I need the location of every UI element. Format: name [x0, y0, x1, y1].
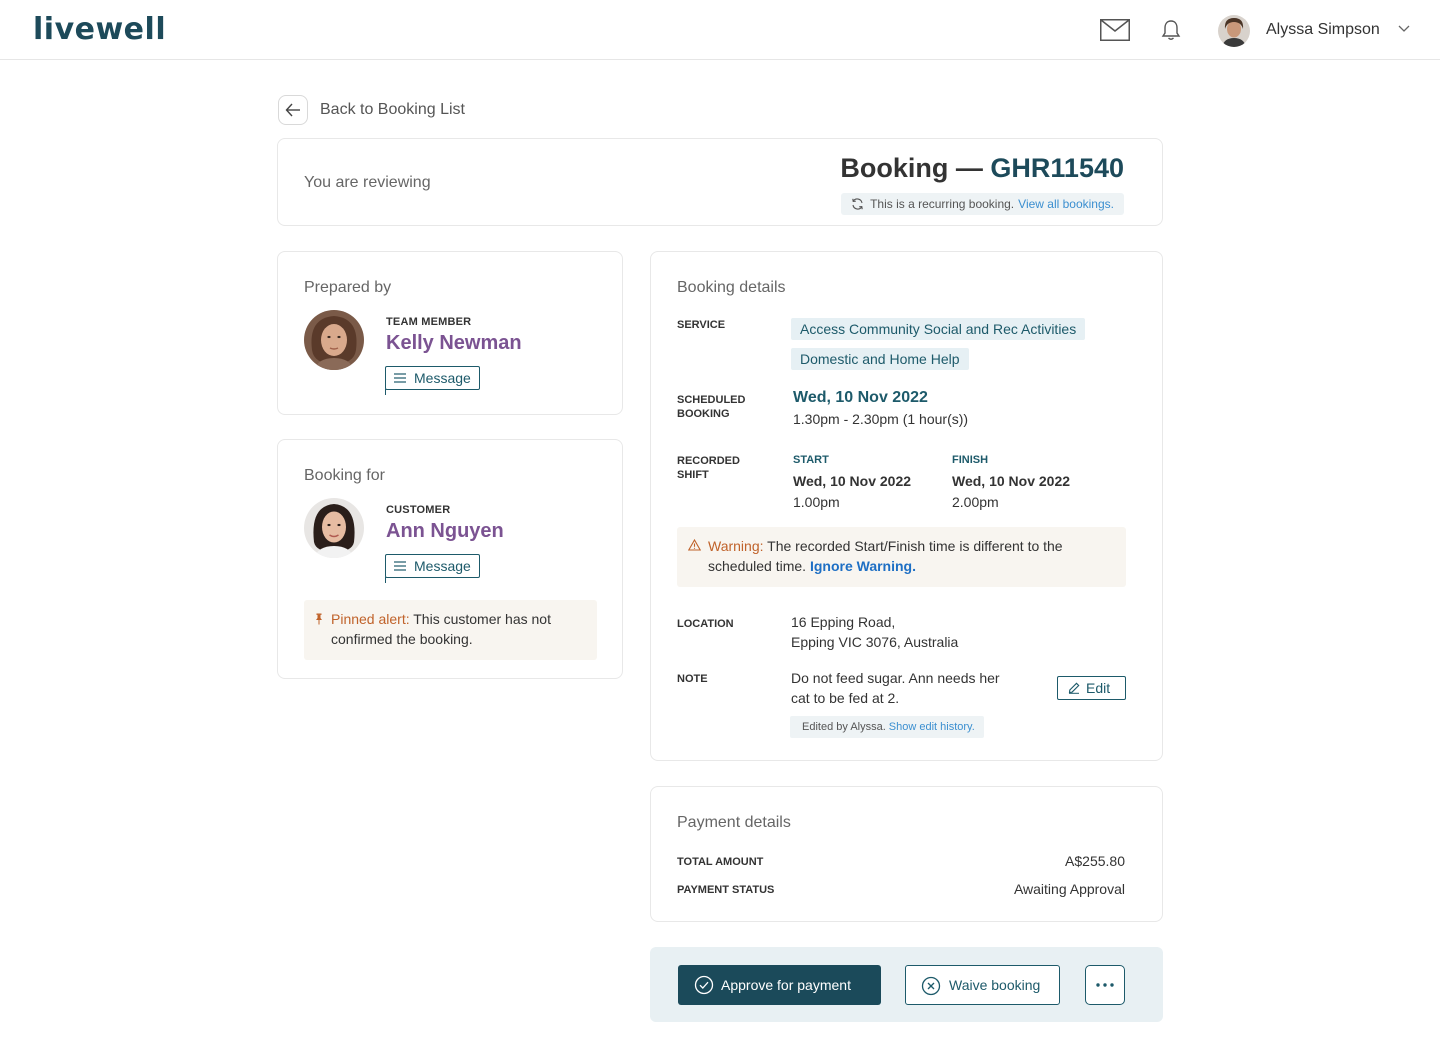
service-tag: Access Community Social and Rec Activiti…	[791, 318, 1086, 340]
message-team-member-button[interactable]: Message	[385, 366, 480, 395]
recurring-text: This is a recurring booking.	[870, 197, 1015, 211]
booking-for-heading: Booking for	[304, 467, 385, 484]
edit-button-label: Edit	[1086, 680, 1111, 696]
back-to-booking-list-link[interactable]: Back to Booking List	[320, 101, 465, 119]
location-line-2: Epping VIC 3076, Australia	[791, 634, 959, 650]
recorded-shift-label: RECORDED SHIFT	[677, 454, 740, 482]
customer-avatar	[304, 498, 364, 558]
payment-details-card: Payment details TOTAL AMOUNT A$255.80 PA…	[650, 786, 1163, 922]
booking-code: GHR11540	[990, 153, 1124, 183]
booking-details-heading: Booking details	[677, 279, 786, 296]
note-line-1: Do not feed sugar. Ann needs her	[791, 670, 1000, 686]
booking-for-card: Booking for CUSTOMER Ann Nguyen Message …	[277, 439, 623, 679]
service-tag: Domestic and Home Help	[791, 348, 969, 370]
recorded-label-line: RECORDED	[677, 455, 740, 467]
message-customer-button[interactable]: Message	[385, 554, 480, 583]
pinned-alert-label: Pinned alert:	[331, 611, 410, 627]
team-member-avatar	[304, 310, 364, 370]
reviewing-card: You are reviewing Booking — GHR11540 Thi…	[277, 138, 1163, 226]
message-icon	[394, 373, 406, 383]
more-dots-icon	[1096, 983, 1114, 987]
scheduled-time: 1.30pm - 2.30pm (1 hour(s))	[793, 411, 969, 427]
action-bar: Approve for payment Waive booking	[650, 947, 1163, 1022]
approve-for-payment-button[interactable]: Approve for payment	[678, 965, 881, 1005]
total-amount-label: TOTAL AMOUNT	[677, 856, 764, 868]
view-all-bookings-link[interactable]: View all bookings.	[1018, 197, 1114, 211]
recurring-notice: This is a recurring booking. View all bo…	[841, 193, 1124, 215]
pin-icon	[316, 613, 322, 625]
livewell-logo[interactable]: livewell	[33, 12, 166, 47]
start-time: 1.00pm	[793, 494, 840, 510]
back-button[interactable]	[278, 95, 308, 125]
warning-label: Warning:	[708, 538, 764, 554]
scheduled-date: Wed, 10 Nov 2022	[793, 389, 928, 406]
service-label: SERVICE	[677, 319, 726, 331]
prepared-by-heading: Prepared by	[304, 279, 392, 296]
more-options-button[interactable]	[1085, 965, 1125, 1005]
prepared-by-card: Prepared by TEAM MEMBER Kelly Newman Mes…	[277, 251, 623, 415]
finish-time: 2.00pm	[952, 494, 999, 510]
warning-icon	[688, 539, 701, 551]
note-line-2: cat to be fed at 2.	[791, 690, 900, 706]
recorded-label-line: SHIFT	[677, 469, 709, 481]
refresh-icon	[852, 198, 863, 210]
chevron-down-icon[interactable]	[1398, 25, 1410, 33]
finish-date: Wed, 10 Nov 2022	[952, 473, 1071, 489]
edited-notice: Edited by Alyssa. Show edit history.	[790, 716, 984, 738]
scheduled-booking-label: SCHEDULED BOOKING	[677, 393, 745, 421]
user-avatar[interactable]	[1218, 15, 1250, 47]
top-navigation-bar: livewell Alyssa Simpson	[0, 0, 1440, 60]
approve-button-label: Approve for payment	[721, 977, 851, 993]
mail-icon[interactable]	[1100, 19, 1130, 41]
scheduled-label-line: BOOKING	[677, 408, 730, 420]
start-date: Wed, 10 Nov 2022	[793, 473, 912, 489]
message-icon	[394, 561, 406, 571]
payment-status-value: Awaiting Approval	[1013, 881, 1125, 897]
pinned-alert: Pinned alert: This customer has not conf…	[304, 600, 597, 660]
total-amount-value: A$255.80	[1065, 853, 1125, 869]
booking-title: Booking — GHR11540	[840, 153, 1124, 184]
reviewing-label: You are reviewing	[304, 174, 431, 191]
bell-icon[interactable]	[1161, 19, 1181, 41]
message-bubble-tail	[385, 389, 393, 395]
waive-button-label: Waive booking	[949, 977, 1041, 993]
pencil-icon	[1068, 682, 1080, 694]
team-member-role: TEAM MEMBER	[386, 316, 472, 328]
user-name[interactable]: Alyssa Simpson	[1266, 21, 1380, 39]
time-mismatch-warning: Warning: The recorded Start/Finish time …	[677, 527, 1126, 587]
finish-label: FINISH	[952, 454, 989, 466]
message-button-label: Message	[414, 558, 471, 574]
note-label: NOTE	[677, 673, 708, 685]
scheduled-label-line: SCHEDULED	[677, 394, 746, 406]
booking-title-prefix: Booking —	[840, 153, 983, 183]
ignore-warning-link[interactable]: Ignore Warning.	[810, 558, 916, 574]
team-member-name[interactable]: Kelly Newman	[386, 332, 522, 355]
customer-name[interactable]: Ann Nguyen	[386, 520, 504, 543]
message-button-label: Message	[414, 370, 471, 386]
booking-details-card: Booking details SERVICE Access Community…	[650, 251, 1163, 761]
customer-role: CUSTOMER	[386, 504, 451, 516]
x-circle-icon	[921, 976, 941, 996]
location-label: LOCATION	[677, 618, 734, 630]
check-circle-icon	[694, 975, 714, 995]
location-line-1: 16 Epping Road,	[791, 614, 896, 630]
waive-booking-button[interactable]: Waive booking	[905, 965, 1060, 1005]
edit-note-button[interactable]: Edit	[1057, 676, 1126, 700]
arrow-left-icon	[285, 103, 300, 117]
start-label: START	[793, 454, 829, 466]
show-edit-history-link[interactable]: Show edit history.	[889, 721, 975, 733]
edited-by-text: Edited by Alyssa.	[802, 721, 886, 733]
payment-details-heading: Payment details	[677, 814, 791, 831]
payment-status-label: PAYMENT STATUS	[677, 884, 775, 896]
message-bubble-tail	[385, 577, 393, 583]
